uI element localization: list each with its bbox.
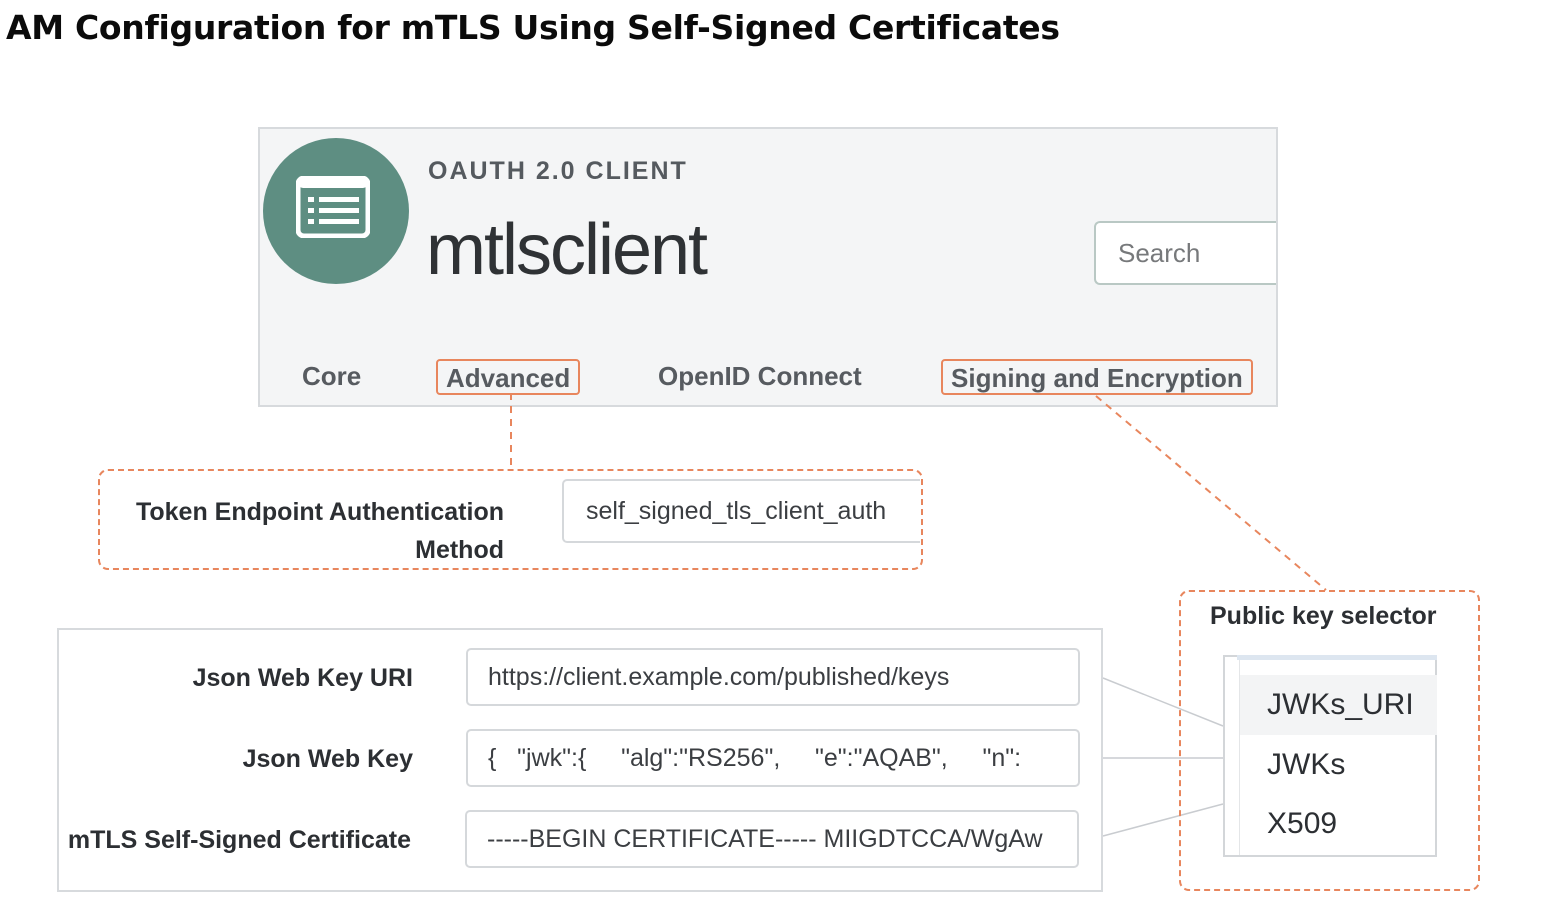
- selector-option-jwks[interactable]: JWKs: [1240, 735, 1437, 795]
- mtls-certificate-field[interactable]: -----BEGIN CERTIFICATE----- MIIGDTCCA/Wg…: [465, 810, 1079, 868]
- token-auth-label: Token Endpoint Authentication Method: [100, 493, 504, 569]
- token-auth-method-field[interactable]: self_signed_tls_client_auth: [562, 479, 920, 543]
- public-key-selector-list[interactable]: JWKs_URI JWKs X509: [1223, 655, 1437, 857]
- token-auth-label-line1: Token Endpoint Authentication: [135, 498, 504, 526]
- public-key-selector-title: Public key selector: [1210, 602, 1437, 630]
- jwk-label: Json Web Key: [242, 745, 413, 773]
- signing-callout-line: [1095, 395, 1327, 591]
- jwk-uri-field[interactable]: https://client.example.com/published/key…: [466, 648, 1080, 706]
- token-auth-label-line2: Method: [415, 536, 504, 564]
- selector-option-jwks-uri[interactable]: JWKs_URI: [1240, 675, 1437, 735]
- jwk-uri-label: Json Web Key URI: [192, 664, 413, 692]
- selector-option-x509[interactable]: X509: [1240, 794, 1437, 854]
- mtls-certificate-label: mTLS Self-Signed Certificate: [67, 826, 411, 854]
- jwk-field[interactable]: { "jwk":{ "alg":"RS256", "e":"AQAB", "n"…: [466, 729, 1080, 787]
- selector-top-edge: [1237, 655, 1437, 660]
